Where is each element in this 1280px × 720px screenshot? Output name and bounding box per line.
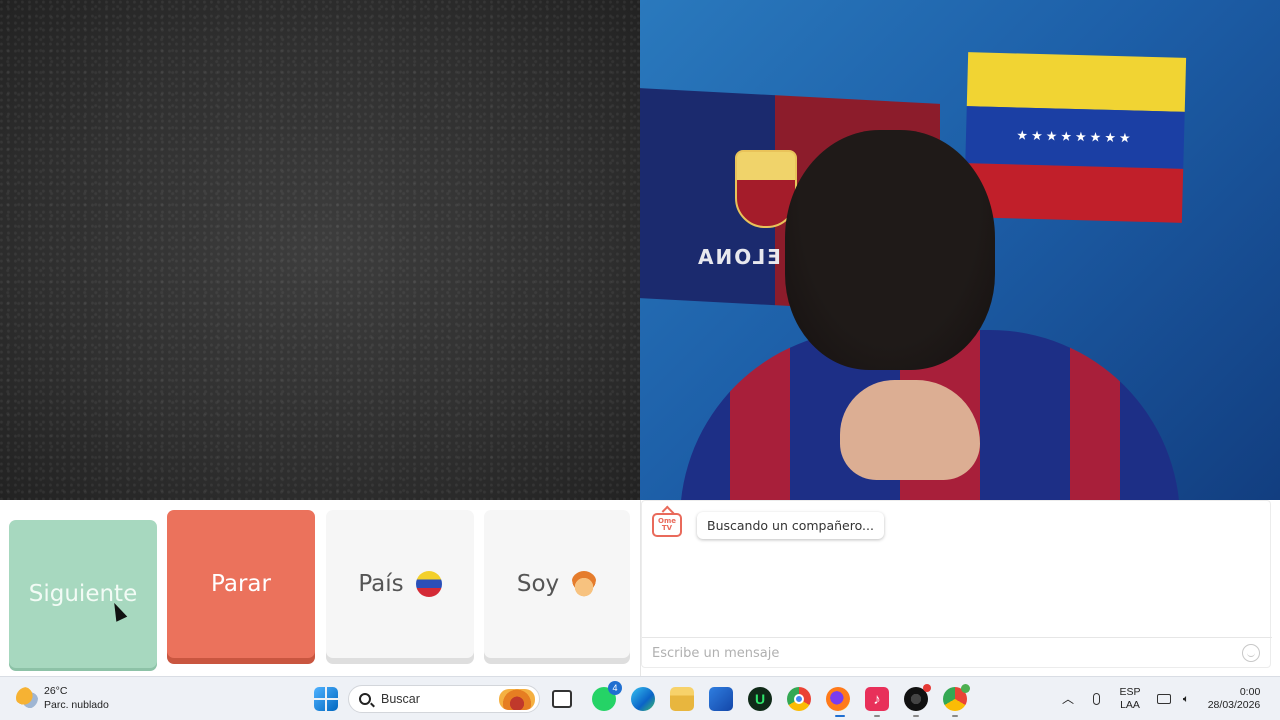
lang-line1: ESP — [1119, 686, 1141, 698]
search-input[interactable] — [381, 692, 491, 706]
flag-text: ELONA — [696, 245, 781, 269]
lang-line2: LAA — [1120, 699, 1140, 711]
stop-label: Parar — [211, 571, 271, 597]
task-view-icon[interactable] — [552, 690, 572, 708]
clock-time: 0:00 — [1239, 686, 1261, 698]
whatsapp-icon[interactable]: 4 — [592, 681, 622, 711]
file-explorer-icon[interactable] — [670, 687, 694, 711]
chrome-icon[interactable] — [787, 687, 811, 711]
whatsapp-badge: 4 — [608, 681, 622, 695]
search-icon — [359, 693, 371, 705]
control-panel: Siguiente Parar País Soy — [0, 500, 640, 676]
venezuela-flag: ★★★★★★★★ — [963, 52, 1187, 223]
microsoft-store-icon[interactable] — [709, 687, 733, 711]
edge-icon[interactable] — [631, 687, 655, 711]
weather-icon — [16, 687, 38, 709]
chat-panel: Ome TV Buscando un compañero... — [640, 500, 1280, 676]
clock[interactable]: 0:00 28/03/2026 — [1204, 677, 1264, 720]
status-bubble: Buscando un compañero... — [697, 512, 884, 539]
chat-box: Ome TV Buscando un compañero... — [641, 500, 1272, 669]
windows-start-icon[interactable] — [314, 687, 338, 711]
gender-label: Soy — [516, 571, 560, 597]
microphone-icon[interactable] — [1088, 677, 1104, 720]
partner-video-static — [0, 0, 640, 500]
boy-emoji-icon — [571, 571, 598, 597]
message-input[interactable] — [642, 637, 1272, 669]
omegle-window: ELONA ★★★★★★★★ Siguiente Parar País Soy … — [0, 0, 1280, 720]
language-indicator[interactable]: ESP LAA — [1116, 677, 1144, 720]
ometv-logo-icon: Ome TV — [652, 513, 682, 537]
country-button[interactable]: País — [326, 510, 474, 658]
gender-button[interactable]: Soy — [484, 510, 630, 658]
venezuela-flag-icon — [415, 571, 442, 597]
weather-desc: Parc. nublado — [44, 699, 109, 711]
next-button[interactable]: Siguiente — [9, 520, 157, 668]
chrome-profile-icon[interactable] — [943, 684, 970, 711]
person-head — [785, 130, 995, 370]
weather-temp: 26°C — [44, 685, 68, 697]
search-highlight-image — [499, 689, 535, 710]
taskbar: 26°C Parc. nublado 4 U ♪ — [0, 676, 1280, 720]
tiktok-icon[interactable]: ♪ — [865, 687, 889, 711]
volume-icon[interactable]: 🔈︎ — [1178, 677, 1194, 720]
network-icon[interactable] — [1156, 677, 1172, 720]
obs-icon[interactable] — [904, 684, 931, 711]
chevron-up-icon[interactable]: ︿ — [1060, 677, 1076, 720]
upwork-icon[interactable]: U — [748, 687, 772, 711]
weather-widget[interactable]: 26°C Parc. nublado — [16, 684, 109, 712]
taskbar-search[interactable] — [348, 685, 540, 713]
stop-button[interactable]: Parar — [167, 510, 315, 658]
self-video: ELONA ★★★★★★★★ — [640, 0, 1280, 500]
country-label: País — [358, 571, 404, 597]
firefox-icon[interactable] — [826, 687, 850, 711]
clock-date: 28/03/2026 — [1207, 699, 1261, 711]
emoji-icon[interactable] — [1242, 644, 1260, 662]
